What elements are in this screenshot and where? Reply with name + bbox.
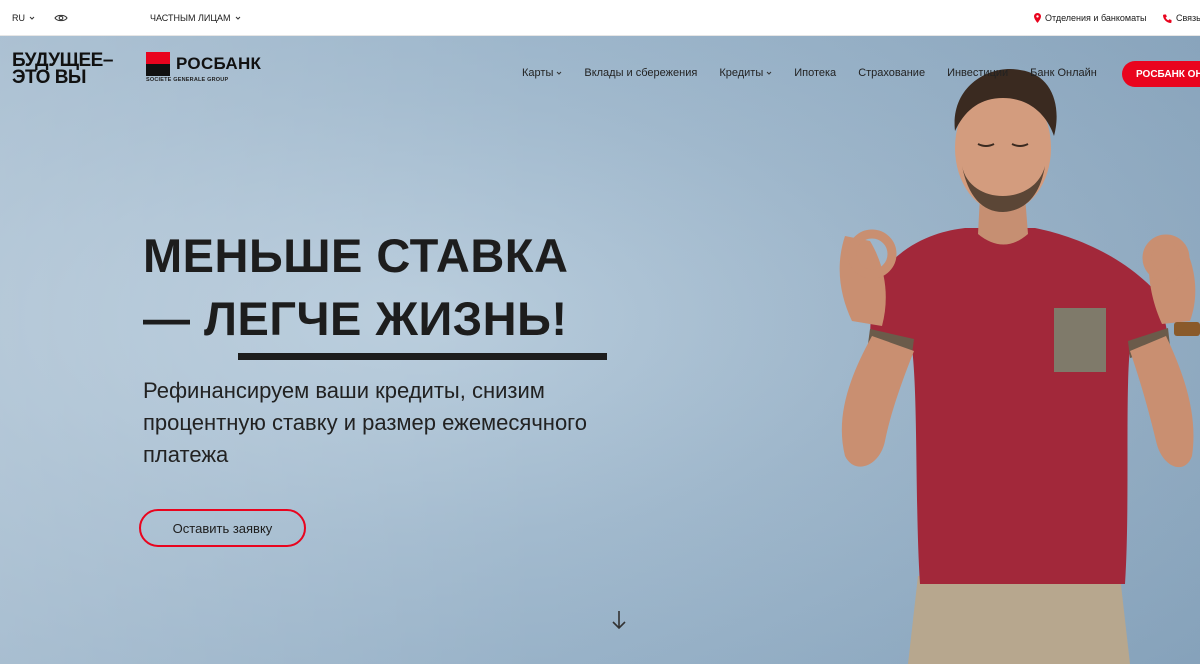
hero-person-image [839,69,1200,664]
slogan: БУДУЩЕЕ– ЭТО ВЫ [12,51,142,88]
language-selector[interactable]: RU [12,13,35,23]
slogan-line-2: ЭТО ВЫ [12,67,87,88]
contact-link[interactable]: Связь [1163,13,1200,23]
nav-item-label: Ипотека [794,67,837,79]
headline-line-2: — ЛЕГЧЕ ЖИЗНЬ! [143,292,568,345]
nav-item-investments[interactable]: Инвестиции [947,67,1008,79]
main-navigation: Карты Вклады и сбережения Кредиты Ипотек… [522,67,1097,79]
nav-item-label: Карты [522,67,554,79]
hero-subtitle: Рефинансируем ваши кредиты, снизим проце… [143,378,587,467]
nav-item-label: Банк Онлайн [1030,67,1097,79]
branches-atms-link[interactable]: Отделения и банкоматы [1034,13,1147,23]
hero-headline: МЕНЬШЕ СТАВКА — ЛЕГЧЕ ЖИЗНЬ! [143,224,568,350]
branches-label: Отделения и банкоматы [1045,13,1147,23]
nav-item-mortgage[interactable]: Ипотека [794,67,836,79]
submit-application-button[interactable]: Оставить заявку [139,509,306,547]
top-utility-bar: RU ЧАСТНЫМ ЛИЦАМ Отделения и банкоматы С… [0,0,1200,36]
headline-underline [238,353,607,360]
hero-banner: БУДУЩЕЕ– ЭТО ВЫ РОСБАНК SOCIETE GENERALE… [0,36,1200,664]
chevron-down-icon [29,16,35,20]
nav-item-deposits[interactable]: Вклады и сбережения [584,67,697,79]
site-logo[interactable]: БУДУЩЕЕ– ЭТО ВЫ РОСБАНК SOCIETE GENERALE… [12,51,261,88]
nav-item-label: Инвестиции [947,67,1009,79]
language-label: RU [12,13,25,23]
headline-line-1: МЕНЬШЕ СТАВКА [143,229,569,282]
rosbank-online-button[interactable]: РОСБАНК ОНЛАЙН [1122,61,1200,87]
rosbank-logo-icon [146,52,170,76]
nav-item-credits[interactable]: Кредиты [719,67,772,79]
phone-icon [1163,14,1172,23]
nav-item-label: Кредиты [719,67,764,79]
nav-item-online-bank[interactable]: Банк Онлайн [1030,67,1097,79]
arrow-down-icon[interactable] [610,609,628,631]
brand-block: РОСБАНК SOCIETE GENERALE GROUP [146,52,261,83]
nav-item-insurance[interactable]: Страхование [858,67,925,79]
chevron-down-icon [235,16,240,20]
nav-item-cards[interactable]: Карты [522,67,562,79]
brand-subtitle: SOCIETE GENERALE GROUP [146,77,229,83]
map-pin-icon [1034,13,1041,23]
customer-segment-selector[interactable]: ЧАСТНЫМ ЛИЦАМ [150,13,241,23]
segment-label: ЧАСТНЫМ ЛИЦАМ [150,13,231,23]
nav-item-label: Страхование [858,67,926,79]
chevron-down-icon [766,71,772,75]
nav-item-label: Вклады и сбережения [584,67,698,79]
contact-label: Связь [1176,13,1200,23]
chevron-down-icon [557,71,562,75]
brand-name: РОСБАНК [176,54,262,73]
accessibility-eye-icon[interactable] [54,12,68,24]
